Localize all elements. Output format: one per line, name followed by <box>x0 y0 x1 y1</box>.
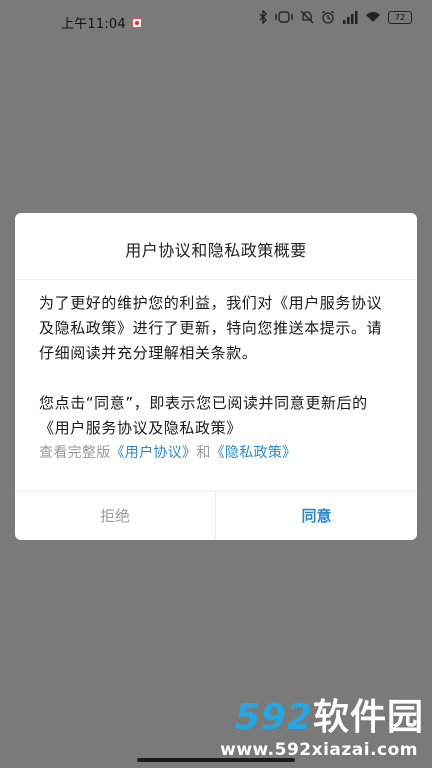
dialog-body: 为了更好的维护您的利益，我们对《用户服务协议及隐私政策》进行了更新，特向您推送本… <box>39 291 395 441</box>
watermark: 592软件园 www.592xiazai.com <box>212 688 430 768</box>
agree-button[interactable]: 同意 <box>216 492 417 540</box>
alarm-icon <box>321 10 335 24</box>
dialog-paragraph-2: 您点击“同意”，即表示您已阅读并同意更新后的 《用户服务协议及隐私政策》 <box>39 394 368 437</box>
cellular-signal-icon <box>342 10 358 24</box>
view-full-prefix: 查看完整版 <box>39 445 111 461</box>
mute-notification-icon <box>300 10 314 24</box>
and-text: 和 <box>196 445 211 461</box>
status-bar: 上午11:04 72 <box>0 0 432 42</box>
home-indicator[interactable] <box>137 758 295 762</box>
watermark-number: 592 <box>234 697 313 738</box>
battery-icon: 72 <box>388 10 412 24</box>
privacy-policy-link[interactable]: 《隐私政策》 <box>211 445 297 461</box>
view-full-version-line: 查看完整版《用户协议》和《隐私政策》 <box>39 442 296 462</box>
watermark-url: www.592xiazai.com <box>220 740 418 760</box>
watermark-name: 软件园 <box>312 697 424 738</box>
bluetooth-icon <box>258 10 268 24</box>
status-right: 72 <box>258 10 412 24</box>
vibrate-icon <box>275 11 293 23</box>
wifi-icon <box>365 11 381 23</box>
reject-button[interactable]: 拒绝 <box>15 492 215 540</box>
privacy-dialog: 用户协议和隐私政策概要 为了更好的维护您的利益，我们对《用户服务协议及隐私政策》… <box>15 213 417 540</box>
dialog-title: 用户协议和隐私政策概要 <box>125 241 307 260</box>
user-agreement-link[interactable]: 《用户协议》 <box>111 445 197 461</box>
status-left: 上午11:04 <box>61 13 142 32</box>
status-time: 上午11:04 <box>61 17 126 32</box>
app-notification-icon <box>131 17 142 28</box>
dialog-paragraph-1: 为了更好的维护您的利益，我们对《用户服务协议及隐私政策》进行了更新，特向您推送本… <box>39 294 383 362</box>
watermark-logo: 592软件园 <box>235 688 424 740</box>
title-divider <box>15 279 417 280</box>
